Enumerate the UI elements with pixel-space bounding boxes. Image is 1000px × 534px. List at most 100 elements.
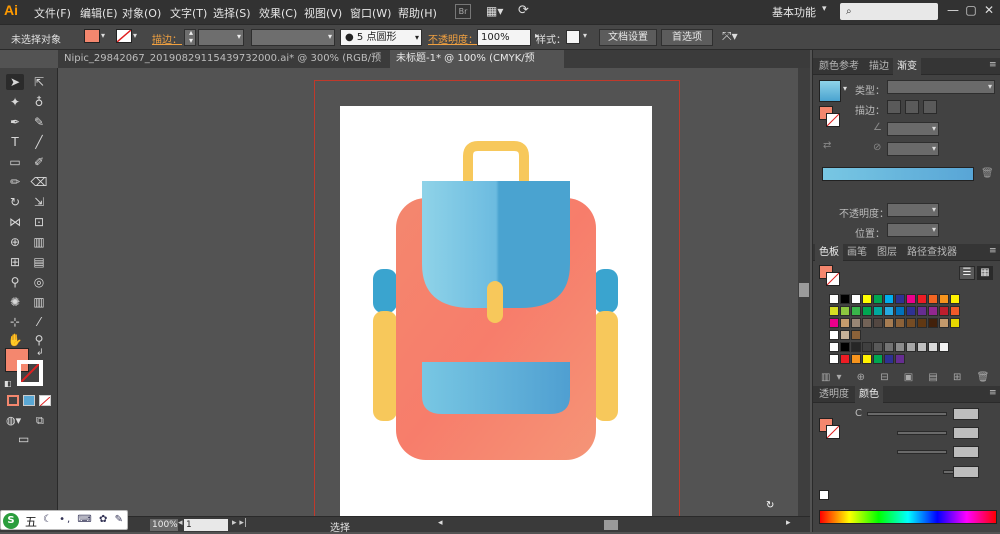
cyan-value[interactable] xyxy=(953,408,979,420)
yellow-value[interactable] xyxy=(953,446,979,458)
rectangle-tool-icon[interactable]: ▭ xyxy=(6,154,24,170)
color-swatch[interactable] xyxy=(840,354,850,364)
magic-wand-tool-icon[interactable]: ✦ xyxy=(6,94,24,110)
color-swatch[interactable] xyxy=(939,294,949,304)
stroke-swatch[interactable] xyxy=(116,29,132,43)
color-swatch[interactable] xyxy=(906,318,916,328)
color-swatch[interactable] xyxy=(950,318,960,328)
document-setup-button[interactable]: 文档设置 xyxy=(599,29,657,46)
tab-stroke[interactable]: 描边 xyxy=(865,58,893,75)
menu-object[interactable]: 对象(O) xyxy=(122,5,161,21)
variable-width-dropdown[interactable]: ▾ xyxy=(251,29,335,46)
panel-menu-icon[interactable]: ≡ xyxy=(989,246,997,256)
gradient-thumbnail[interactable] xyxy=(819,80,841,102)
brush-definition-dropdown[interactable]: ● 5 点圆形 ▾ xyxy=(340,29,422,46)
gpu-performance-icon[interactable]: ⟳ xyxy=(518,3,529,18)
color-swatch[interactable] xyxy=(840,306,850,316)
color-swatch[interactable] xyxy=(895,354,905,364)
stroke-color-box[interactable] xyxy=(17,360,43,386)
aspect-ratio-dropdown[interactable]: ▾ xyxy=(887,142,939,156)
stroke-along-icon[interactable] xyxy=(905,100,919,114)
first-page-icon[interactable]: ◂ xyxy=(178,518,183,528)
fill-swatch[interactable] xyxy=(84,29,100,43)
transform-options-icon[interactable]: ⤧▾ xyxy=(722,29,738,46)
lasso-tool-icon[interactable]: ♁ xyxy=(30,94,48,110)
magenta-value[interactable] xyxy=(953,427,979,439)
tab-nipic-document[interactable]: Nipic_29842067_20190829115439732000.ai* … xyxy=(58,50,386,82)
hand-tool-icon[interactable]: ✋ xyxy=(6,332,24,348)
color-swatch[interactable] xyxy=(829,294,839,304)
cyan-slider[interactable] xyxy=(867,412,947,416)
color-swatch[interactable] xyxy=(884,354,894,364)
gradient-mode-icon[interactable] xyxy=(23,395,35,406)
perspective-grid-tool-icon[interactable]: ▥ xyxy=(30,234,48,250)
pencil-tool-icon[interactable]: ✏ xyxy=(6,174,24,190)
tab-pathfinder[interactable]: 路径查找器 xyxy=(903,244,961,261)
color-swatch[interactable] xyxy=(906,294,916,304)
draw-mode-icon[interactable]: ⧉ xyxy=(36,414,44,428)
angle-dropdown[interactable]: ▾ xyxy=(887,122,939,136)
color-swatch[interactable] xyxy=(840,330,850,340)
gradient-type-dropdown[interactable]: ▾ xyxy=(887,80,995,94)
zoom-field[interactable]: 100% xyxy=(150,519,178,531)
color-swatch[interactable] xyxy=(884,318,894,328)
color-swatch[interactable] xyxy=(840,318,850,328)
artboard-tool-icon[interactable]: ⊹ xyxy=(6,314,24,330)
color-swatch[interactable] xyxy=(851,318,861,328)
menu-file[interactable]: 文件(F) xyxy=(34,5,71,21)
color-swatch[interactable] xyxy=(917,318,927,328)
eraser-tool-icon[interactable]: ⌫ xyxy=(30,174,48,190)
free-transform-tool-icon[interactable]: ⊡ xyxy=(30,214,48,230)
opacity-field[interactable]: 100% xyxy=(477,29,531,46)
menu-select[interactable]: 选择(S) xyxy=(213,5,251,21)
eyedropper-tool-icon[interactable]: ⚲ xyxy=(6,274,24,290)
stroke-weight-stepper[interactable]: ▴ ▾ xyxy=(184,28,196,46)
menu-effect[interactable]: 效果(C) xyxy=(259,5,297,21)
artboard[interactable] xyxy=(340,106,652,516)
menu-view[interactable]: 视图(V) xyxy=(304,5,342,21)
color-swatch[interactable] xyxy=(895,318,905,328)
yellow-slider[interactable] xyxy=(897,450,947,454)
screen-mode-icon[interactable]: ▭ xyxy=(18,432,29,446)
color-swatch[interactable] xyxy=(851,294,861,304)
color-swatch[interactable] xyxy=(939,306,949,316)
gradient-slider[interactable] xyxy=(822,167,974,181)
rotate-tool-icon[interactable]: ↻ xyxy=(6,194,24,210)
reverse-gradient-icon[interactable]: ⇄ xyxy=(823,140,831,151)
color-swatch[interactable] xyxy=(851,342,861,352)
next-page-icon[interactable]: ▸ ▸| xyxy=(232,518,247,528)
color-swatch[interactable] xyxy=(862,354,872,364)
stroke-across-icon[interactable] xyxy=(923,100,937,114)
none-mode-icon[interactable] xyxy=(39,395,51,407)
color-swatch[interactable] xyxy=(895,306,905,316)
panel-menu-icon[interactable]: ≡ xyxy=(989,60,997,70)
color-swatch[interactable] xyxy=(939,318,949,328)
scroll-right-icon[interactable]: ▸ xyxy=(786,518,791,528)
color-swatch[interactable] xyxy=(873,294,883,304)
page-field[interactable]: 1 xyxy=(184,519,228,531)
backpack-artwork[interactable] xyxy=(340,106,652,516)
tab-layers[interactable]: 图层 xyxy=(873,244,901,261)
direct-selection-tool-icon[interactable]: ⇱ xyxy=(30,74,48,90)
canvas-area[interactable]: ↻ xyxy=(58,68,798,516)
pen-tool-icon[interactable]: ✒ xyxy=(6,114,24,130)
color-swatch[interactable] xyxy=(851,330,861,340)
color-swatch[interactable] xyxy=(829,354,839,364)
color-swatch[interactable] xyxy=(873,342,883,352)
selection-tool-icon[interactable]: ➤ xyxy=(6,74,24,90)
color-swatch[interactable] xyxy=(884,306,894,316)
color-swatch[interactable] xyxy=(928,318,938,328)
tab-transparency[interactable]: 透明度 xyxy=(815,386,853,403)
color-swatch[interactable] xyxy=(851,306,861,316)
color-swatch[interactable] xyxy=(829,318,839,328)
type-tool-icon[interactable]: T xyxy=(6,134,24,150)
swatch-stroke-indicator[interactable] xyxy=(826,272,840,286)
chevron-down-icon[interactable]: ▾ xyxy=(583,31,587,48)
color-swatch[interactable] xyxy=(851,354,861,364)
color-swatch[interactable] xyxy=(917,306,927,316)
menu-type[interactable]: 文字(T) xyxy=(170,5,207,21)
line-tool-icon[interactable]: ╱ xyxy=(30,134,48,150)
tab-color-guide[interactable]: 颜色参考 xyxy=(815,58,863,75)
mesh-tool-icon[interactable]: ⊞ xyxy=(6,254,24,270)
stroke-label[interactable]: 描边： xyxy=(152,31,182,48)
